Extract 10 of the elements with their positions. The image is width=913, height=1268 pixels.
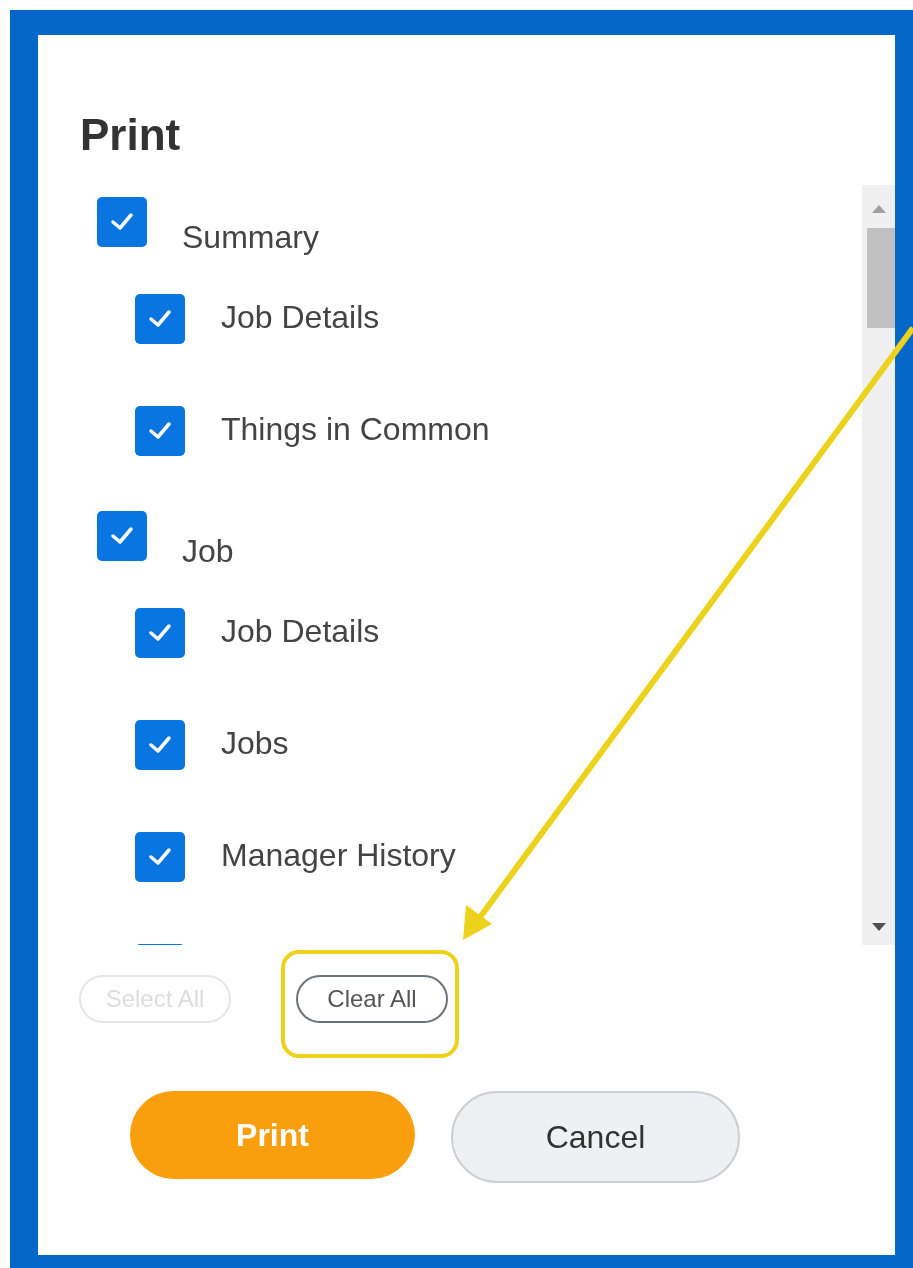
checkbox-label: Job xyxy=(182,533,234,570)
checkbox-label: Job Details xyxy=(221,299,380,336)
checkbox-label: Things in Common xyxy=(221,411,490,448)
checkbox-label: Jobs xyxy=(221,725,289,762)
select-button[interactable]: Clear All xyxy=(296,975,448,1023)
checkbox-label: Summary xyxy=(182,219,319,256)
cancel-button[interactable]: Cancel xyxy=(451,1091,740,1183)
checkbox-label: Manager History xyxy=(221,837,456,874)
checkbox-label: Job Details xyxy=(221,613,380,650)
dialog-title: Print xyxy=(79,109,182,161)
